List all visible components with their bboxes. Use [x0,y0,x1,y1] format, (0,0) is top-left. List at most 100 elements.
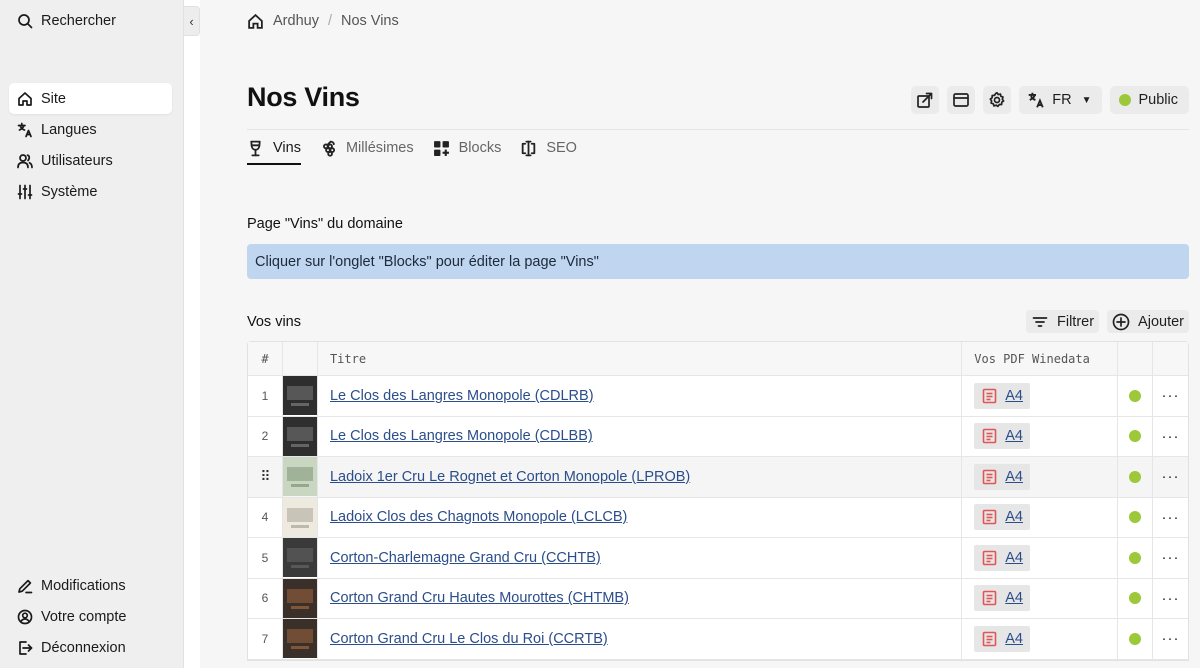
table-row[interactable]: 7 Corton Grand Cru Le Clos du Roi (CCRTB… [248,619,1188,660]
list-actions: Filtrer Ajouter [1025,310,1189,333]
users-icon [17,153,33,169]
add-label: Ajouter [1138,313,1184,330]
wine-thumbnail [282,538,318,578]
status-dot [1129,592,1142,605]
wine-label-image [282,619,317,659]
sidebar-item-deconnexion[interactable]: Déconnexion [9,632,172,663]
sidebar-item-utilisateurs[interactable]: Utilisateurs [9,145,172,176]
row-number: 6 [248,578,283,618]
open-external-button[interactable] [911,86,940,114]
sidebar-item-systeme[interactable]: Système [9,176,172,207]
sidebar-item-label: Utilisateurs [41,152,113,169]
wine-title-link[interactable]: Ladoix 1er Cru Le Rognet et Corton Monop… [330,469,690,485]
wine-label-image [282,578,317,618]
breadcrumb: Ardhuy / Nos Vins [247,11,399,31]
sidebar-item-label: Déconnexion [41,639,126,656]
table-row[interactable]: 5 Corton-Charlemagne Grand Cru (CCHTB) A… [248,538,1188,579]
column-header-number[interactable]: # [248,342,283,375]
wine-title-link[interactable]: Le Clos des Langres Monopole (CDLBB) [330,428,593,444]
column-header-pdf[interactable]: Vos PDF Winedata [962,342,1119,375]
pdf-cell: A4 [962,416,1119,456]
table-row[interactable]: ⠿ Ladoix 1er Cru Le Rognet et Corton Mon… [248,457,1188,498]
tab-label: Vins [273,140,301,156]
status-dot [1118,94,1131,106]
pdf-document-icon [982,550,997,566]
more-horizontal-icon: ··· [1161,427,1180,445]
table-row[interactable]: 2 Le Clos des Langres Monopole (CDLBB) A… [248,416,1188,457]
sidebar-item-modifications[interactable]: Modifications [9,570,172,601]
tab-vins[interactable]: Vins [247,137,301,165]
wine-title-cell: Le Clos des Langres Monopole (CDLRB) [318,376,963,416]
page-actions: FR ▼ Public [911,86,1189,114]
filter-button[interactable]: Filtrer [1025,310,1100,333]
tab-blocks[interactable]: Blocks [433,137,501,159]
pdf-link[interactable]: A4 [1005,590,1023,606]
pdf-cell: A4 [962,457,1119,497]
collapse-sidebar-button[interactable]: ‹ [184,6,200,36]
row-menu-button[interactable]: ··· [1153,498,1188,538]
status-cell [1118,538,1154,578]
pdf-link[interactable]: A4 [1005,509,1023,525]
wine-label-image [282,376,317,416]
column-header-title[interactable]: Titre [318,342,963,375]
pdf-link[interactable]: A4 [1005,388,1023,404]
row-menu-button[interactable]: ··· [1153,376,1188,416]
wine-title-link[interactable]: Ladoix Clos des Chagnots Monopole (LCLCB… [330,509,627,525]
wine-title-link[interactable]: Le Clos des Langres Monopole (CDLRB) [330,388,594,404]
wine-title-link[interactable]: Corton Grand Cru Le Clos du Roi (CCRTB) [330,631,608,647]
sliders-icon [17,184,33,200]
row-menu-button[interactable]: ··· [1153,417,1188,457]
row-number: 2 [248,416,283,456]
wine-glass-icon [250,140,261,156]
row-number: 7 [248,619,283,659]
table-row[interactable]: 6 Corton Grand Cru Hautes Mourottes (CHT… [248,578,1188,619]
pencil-icon [17,578,33,594]
row-number: 4 [248,497,283,537]
preview-button[interactable] [947,86,976,114]
add-button[interactable]: Ajouter [1107,310,1189,333]
language-select[interactable]: FR ▼ [1019,86,1102,114]
row-menu-button[interactable]: ··· [1153,457,1188,497]
blocks-icon [433,140,449,156]
breadcrumb-item-current: Nos Vins [340,13,399,29]
sidebar-item-langues[interactable]: Langues [9,114,172,145]
settings-button[interactable] [983,86,1012,114]
pdf-link[interactable]: A4 [1005,631,1023,647]
wine-thumbnail [282,457,318,497]
tab-label: SEO [546,140,577,156]
sidebar-item-votre-compte[interactable]: Votre compte [9,601,172,632]
drag-handle[interactable]: ⠿ [248,457,283,497]
sidebar-item-site[interactable]: Site [9,83,172,114]
status-cell [1118,457,1154,497]
sidebar-item-label: Votre compte [41,608,127,625]
publish-status-button[interactable]: Public [1109,86,1189,114]
wine-label-image [282,457,317,497]
table-row[interactable]: 4 Ladoix Clos des Chagnots Monopole (LCL… [248,497,1188,538]
home-icon [17,91,33,107]
search-button[interactable]: Rechercher [9,5,172,36]
info-banner: Cliquer sur l'onglet "Blocks" pour édite… [247,244,1189,279]
row-menu-button[interactable]: ··· [1153,619,1188,659]
wine-title-link[interactable]: Corton-Charlemagne Grand Cru (CCHTB) [330,550,601,566]
status-cell [1118,416,1154,456]
status-cell [1118,578,1154,618]
breadcrumb-item-ardhuy[interactable]: Ardhuy [273,13,319,29]
wine-thumbnail [282,416,318,456]
row-menu-button[interactable]: ··· [1153,579,1188,619]
tab-label: Millésimes [345,140,414,156]
table-row[interactable]: 1 Le Clos des Langres Monopole (CDLRB) A… [248,376,1188,417]
language-value: FR [1052,92,1072,108]
pdf-document-icon [982,388,997,404]
wine-label-image [282,497,317,537]
pdf-link[interactable]: A4 [1005,550,1023,566]
tab-seo[interactable]: SEO [520,137,577,159]
wine-title-cell: Corton Grand Cru Le Clos du Roi (CCRTB) [318,619,963,659]
wine-label-image [282,538,317,578]
row-menu-button[interactable]: ··· [1153,538,1188,578]
tab-millesimes[interactable]: Millésimes [320,137,414,159]
pdf-link[interactable]: A4 [1005,469,1023,485]
sidebar-item-label: Modifications [41,577,126,594]
pdf-link[interactable]: A4 [1005,428,1023,444]
wine-title-link[interactable]: Corton Grand Cru Hautes Mourottes (CHTMB… [330,590,629,606]
home-icon[interactable] [247,13,264,30]
